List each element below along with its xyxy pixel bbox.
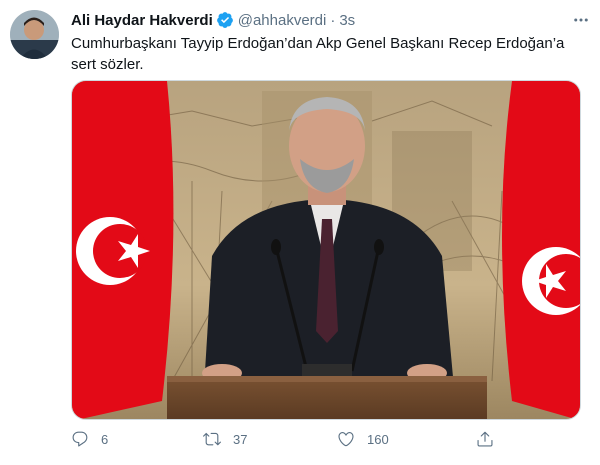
tweet-header: Ali Haydar Hakverdi @ahhakverdi · 3s <box>71 9 590 31</box>
author-name[interactable]: Ali Haydar Hakverdi <box>71 12 213 29</box>
reply-icon <box>72 431 88 447</box>
tweet-actions: 6 37 160 <box>71 428 511 450</box>
tweet-timestamp[interactable]: 3s <box>339 12 355 29</box>
author-handle[interactable]: @ahhakverdi <box>238 12 327 29</box>
retweet-icon <box>203 432 221 446</box>
retweet-button[interactable]: 37 <box>203 430 247 448</box>
video-thumbnail <box>72 81 580 419</box>
avatar-image <box>10 10 59 59</box>
tweet[interactable]: Ali Haydar Hakverdi @ahhakverdi · 3s Cum… <box>0 0 600 465</box>
tweet-text: Cumhurbaşkanı Tayyip Erdoğan’dan Akp Gen… <box>71 35 565 73</box>
share-button[interactable] <box>476 430 494 448</box>
reply-button[interactable]: 6 <box>71 430 108 448</box>
more-options-icon[interactable] <box>572 11 590 29</box>
like-count: 160 <box>367 431 389 447</box>
tweet-media-video[interactable] <box>71 80 581 420</box>
share-icon <box>477 431 493 447</box>
reply-count: 6 <box>101 431 109 447</box>
separator-dot: · <box>330 11 336 29</box>
retweet-count: 37 <box>233 431 248 447</box>
verified-badge-icon <box>216 12 233 28</box>
avatar[interactable] <box>10 10 59 59</box>
like-icon <box>338 432 354 447</box>
like-button[interactable]: 160 <box>337 430 389 448</box>
